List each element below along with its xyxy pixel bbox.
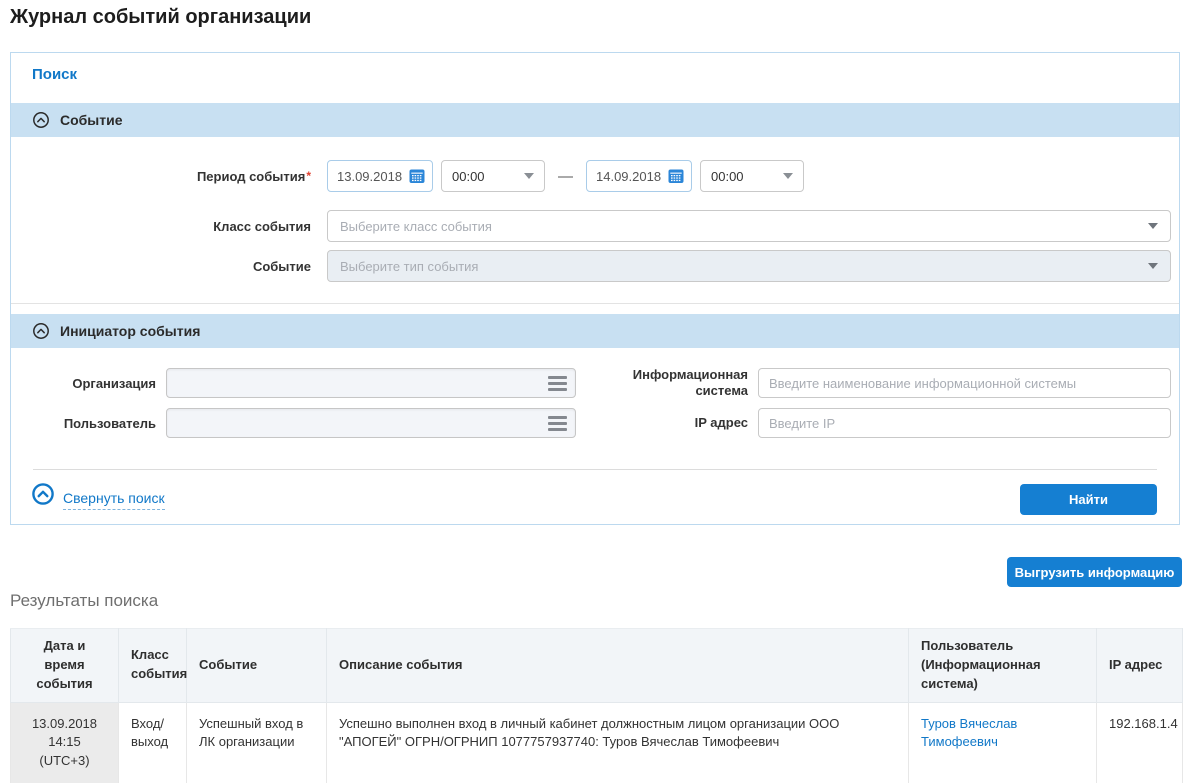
cell-ip: 192.168.1.4 bbox=[1097, 702, 1183, 783]
section-initiator-header[interactable]: Инициатор события bbox=[11, 314, 1179, 348]
col-header-ip: IP адрес bbox=[1097, 629, 1183, 703]
chevron-down-icon bbox=[783, 173, 793, 179]
collapse-section-icon bbox=[32, 111, 50, 129]
footer-divider bbox=[33, 469, 1157, 470]
event-type-label: Событие bbox=[11, 259, 311, 274]
date-from-field[interactable] bbox=[327, 160, 433, 192]
organization-input[interactable] bbox=[167, 369, 548, 397]
period-row: Период события* 00:00 — 00:00 bbox=[11, 159, 1179, 193]
time-from-select[interactable]: 00:00 bbox=[441, 160, 545, 192]
lookup-menu-icon[interactable] bbox=[548, 416, 567, 431]
organization-lookup-field[interactable] bbox=[166, 368, 576, 398]
organization-row: Организация Информационная система bbox=[11, 367, 1179, 399]
time-to-value: 00:00 bbox=[711, 169, 744, 184]
organization-label: Организация bbox=[11, 376, 156, 391]
time-from-value: 00:00 bbox=[452, 169, 485, 184]
section-event-header[interactable]: Событие bbox=[11, 103, 1179, 137]
chevron-down-icon bbox=[524, 173, 534, 179]
user-link[interactable]: Туров Вячеслав Тимофеевич bbox=[921, 716, 1017, 750]
calendar-icon[interactable] bbox=[668, 168, 684, 184]
time-to-select[interactable]: 00:00 bbox=[700, 160, 804, 192]
results-title: Результаты поиска bbox=[10, 591, 158, 611]
table-header-row: Дата и время события Класс события Событ… bbox=[11, 629, 1183, 703]
period-label: Период события* bbox=[11, 169, 311, 184]
collapse-search-icon[interactable] bbox=[31, 482, 55, 511]
collapse-section-icon bbox=[32, 322, 50, 340]
collapse-search-link[interactable]: Свернуть поиск bbox=[63, 490, 165, 510]
search-panel-title: Поиск bbox=[32, 66, 77, 83]
event-type-select[interactable]: Выберите тип события bbox=[327, 250, 1171, 282]
section-divider bbox=[11, 303, 1179, 304]
section-event-title: Событие bbox=[60, 112, 123, 128]
user-label: Пользователь bbox=[11, 416, 156, 431]
user-lookup-field[interactable] bbox=[166, 408, 576, 438]
chevron-down-icon bbox=[1148, 263, 1158, 269]
lookup-menu-icon[interactable] bbox=[548, 376, 567, 391]
col-header-description: Описание события bbox=[327, 629, 909, 703]
export-button[interactable]: Выгрузить информацию bbox=[1007, 557, 1182, 587]
cell-event-class: Вход/ выход bbox=[119, 702, 187, 783]
event-type-placeholder: Выберите тип события bbox=[340, 259, 478, 274]
col-header-datetime: Дата и время события bbox=[11, 629, 119, 703]
period-range-dash: — bbox=[558, 168, 573, 185]
table-row: 13.09.2018 14:15 (UTC+3) Вход/ выход Усп… bbox=[11, 702, 1183, 783]
event-class-select[interactable]: Выберите класс события bbox=[327, 210, 1171, 242]
event-class-placeholder: Выберите класс события bbox=[340, 219, 492, 234]
user-row: Пользователь IP адрес bbox=[11, 407, 1179, 439]
event-log-page: Журнал событий организации Поиск Событие… bbox=[0, 0, 1192, 783]
event-class-row: Класс события Выберите класс события bbox=[11, 209, 1179, 243]
cell-datetime: 13.09.2018 14:15 (UTC+3) bbox=[11, 702, 119, 783]
find-button[interactable]: Найти bbox=[1020, 484, 1157, 515]
col-header-event-class: Класс события bbox=[119, 629, 187, 703]
date-from-input[interactable] bbox=[337, 169, 407, 184]
date-to-field[interactable] bbox=[586, 160, 692, 192]
event-class-label: Класс события bbox=[11, 219, 311, 234]
cell-event: Успешный вход в ЛК организации bbox=[187, 702, 327, 783]
info-system-label: Информационная система bbox=[576, 367, 748, 400]
cell-description: Успешно выполнен вход в личный кабинет д… bbox=[327, 702, 909, 783]
col-header-user: Пользователь (Информационная система) bbox=[909, 629, 1097, 703]
required-mark: * bbox=[306, 169, 311, 183]
search-panel: Поиск Событие Период события* 00:00 — bbox=[10, 52, 1180, 525]
ip-label: IP адрес bbox=[576, 415, 748, 431]
cell-user: Туров Вячеслав Тимофеевич bbox=[909, 702, 1097, 783]
info-system-input[interactable] bbox=[758, 368, 1171, 398]
ip-input[interactable] bbox=[758, 408, 1171, 438]
results-table: Дата и время события Класс события Событ… bbox=[10, 628, 1183, 783]
col-header-event: Событие bbox=[187, 629, 327, 703]
section-initiator-title: Инициатор события bbox=[60, 323, 200, 339]
chevron-down-icon bbox=[1148, 223, 1158, 229]
event-type-row: Событие Выберите тип события bbox=[11, 249, 1179, 283]
date-to-input[interactable] bbox=[596, 169, 666, 184]
page-title: Журнал событий организации bbox=[10, 6, 311, 29]
calendar-icon[interactable] bbox=[409, 168, 425, 184]
user-input[interactable] bbox=[167, 409, 548, 437]
